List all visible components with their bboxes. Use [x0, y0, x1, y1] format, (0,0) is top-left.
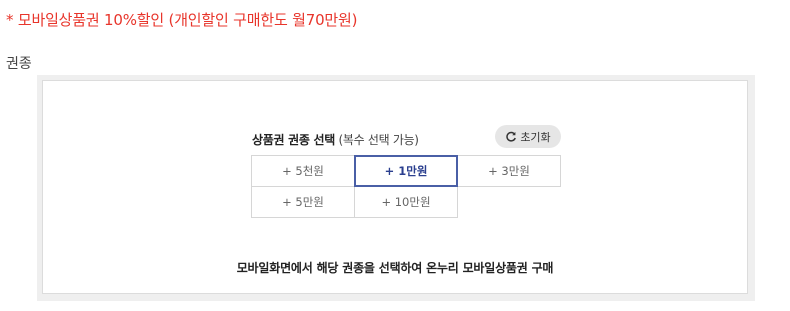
discount-notice: * 모바일상품권 10%할인 (개인할인 구매한도 월70만원) — [6, 11, 358, 29]
option-30k[interactable]: + 3만원 — [457, 155, 561, 187]
option-50k[interactable]: + 5만원 — [251, 186, 355, 218]
option-100k[interactable]: + 10만원 — [354, 186, 458, 218]
selector-title-sub: (복수 선택 가능) — [338, 133, 419, 147]
denomination-grid: + 5천원 + 1만원 + 3만원 + 5만원 + 10만원 — [251, 155, 561, 218]
denomination-label: 권종 — [6, 56, 32, 72]
reset-button-label: 초기화 — [520, 130, 551, 144]
selector-title: 상품권 권종 선택 (복수 선택 가능) — [252, 131, 419, 148]
denomination-panel: 상품권 권종 선택 (복수 선택 가능) 초기화 + 5천원 + 1만원 + 3… — [37, 75, 755, 301]
refresh-icon — [505, 131, 517, 143]
denomination-panel-inner: 상품권 권종 선택 (복수 선택 가능) 초기화 + 5천원 + 1만원 + 3… — [42, 80, 748, 294]
reset-button[interactable]: 초기화 — [495, 125, 561, 148]
option-10k[interactable]: + 1만원 — [354, 155, 458, 187]
instruction-text: 모바일화면에서 해당 권종을 선택하여 온누리 모바일상품권 구매 — [236, 261, 554, 275]
option-5k[interactable]: + 5천원 — [251, 155, 355, 187]
selector-title-main: 상품권 권종 선택 — [252, 133, 335, 147]
